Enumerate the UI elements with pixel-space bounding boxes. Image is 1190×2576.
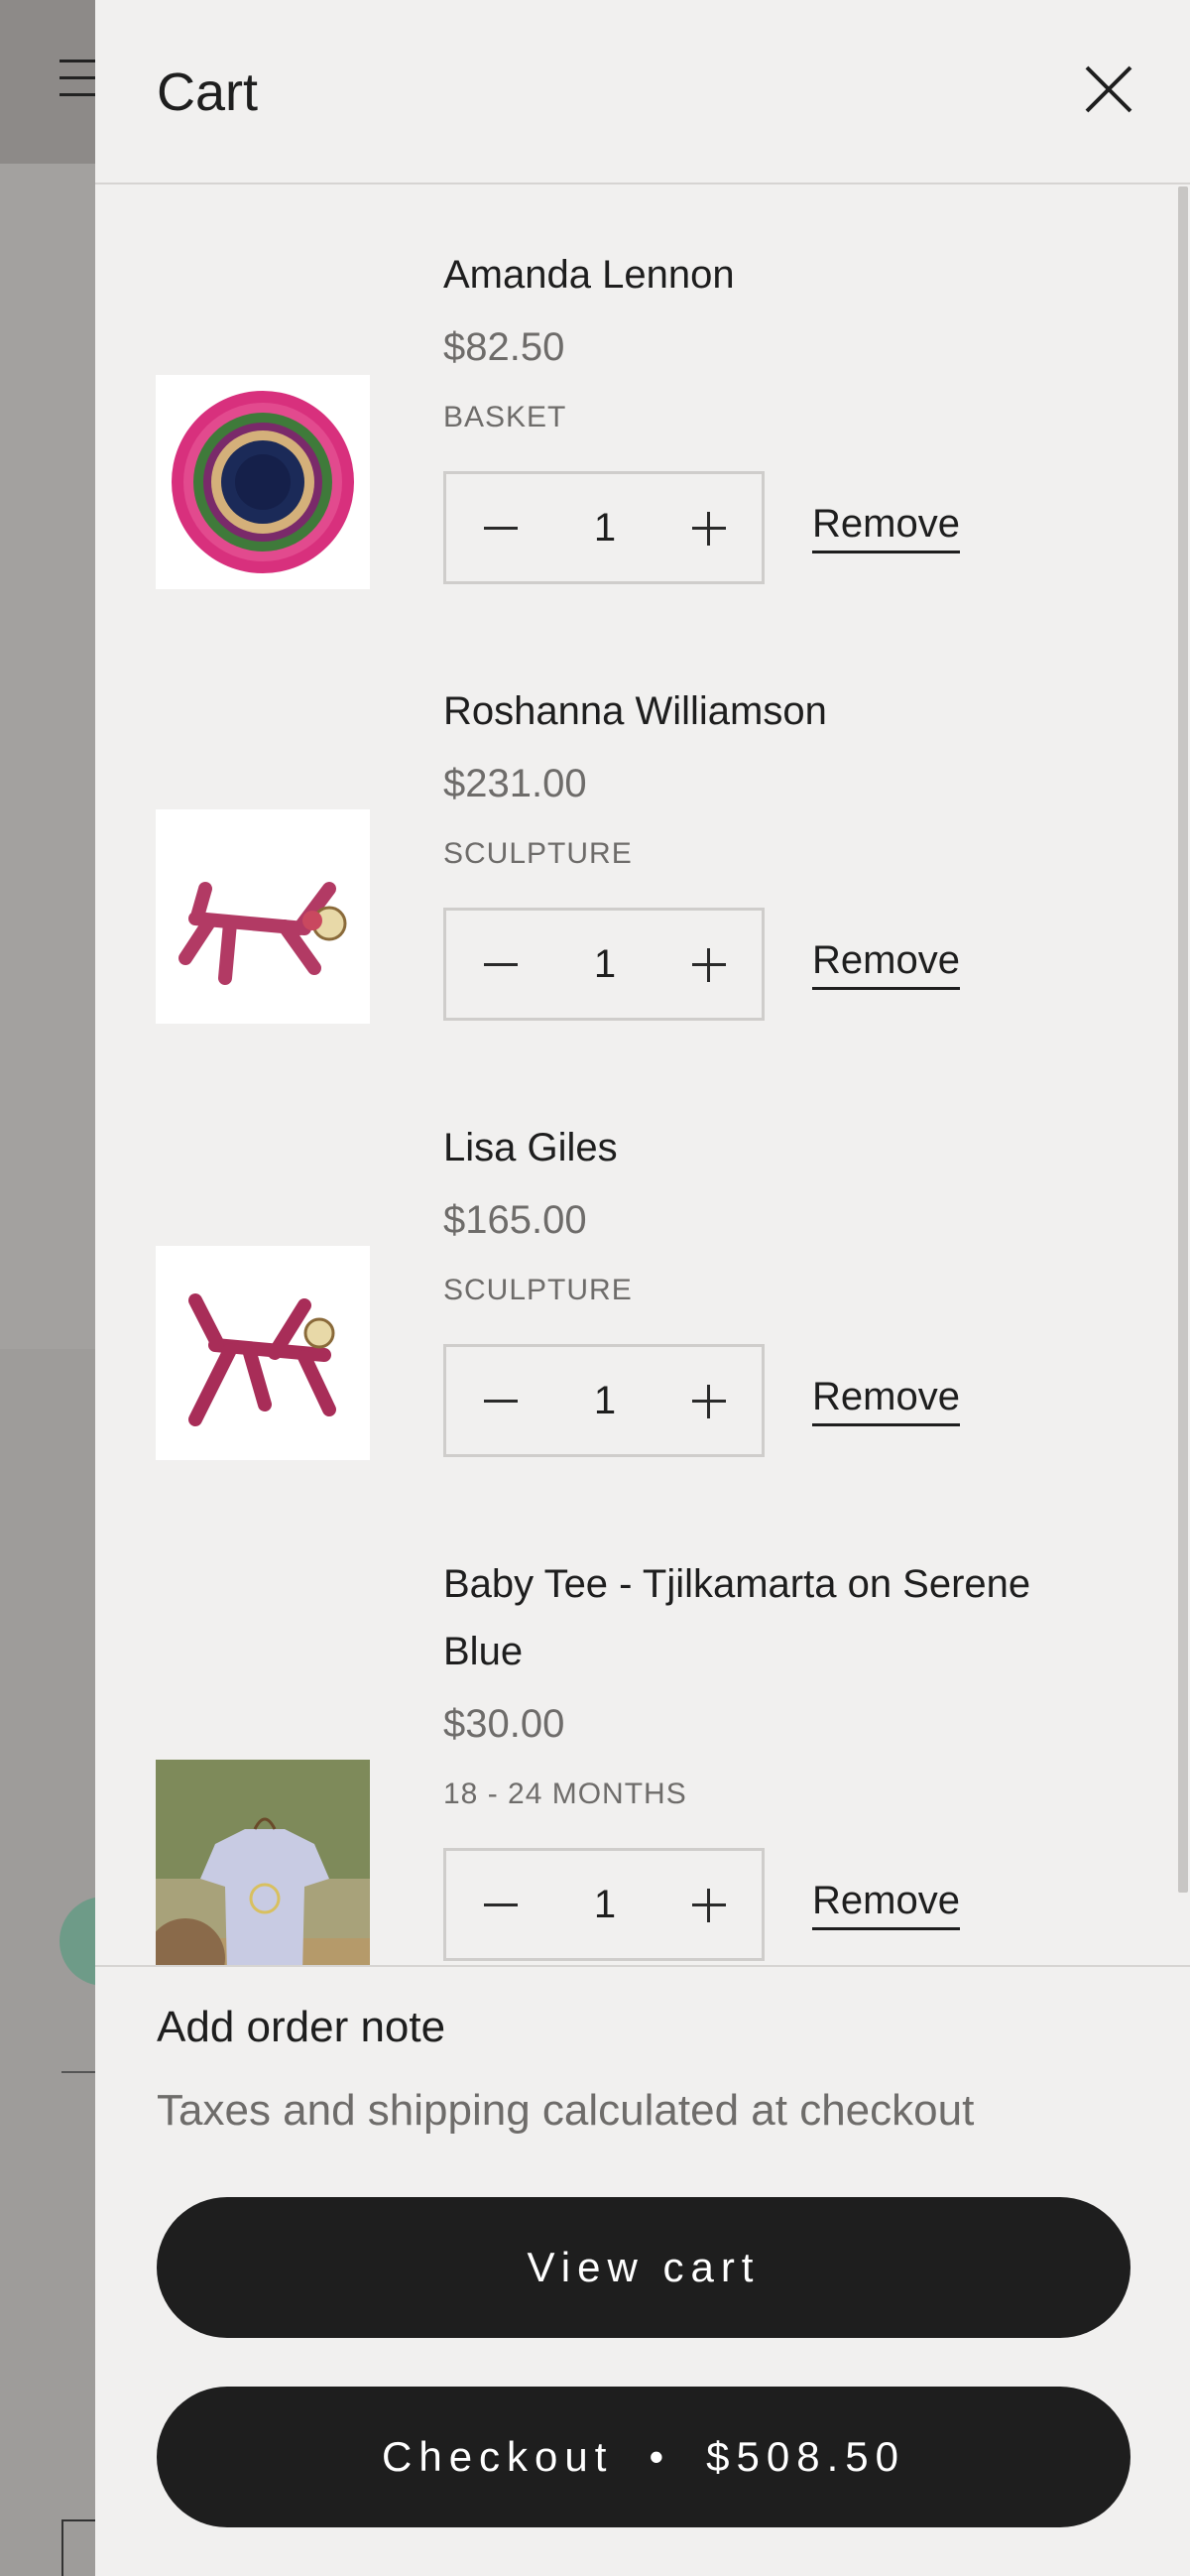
scrollbar[interactable]	[1178, 186, 1188, 1893]
sculpture-image	[156, 1246, 370, 1460]
taxes-note: Taxes and shipping calculated at checkou…	[157, 2086, 975, 2135]
checkout-button[interactable]: Checkout • $508.50	[157, 2387, 1130, 2527]
checkout-total: $508.50	[706, 2433, 905, 2480]
item-variant: SCULPTURE	[443, 1274, 633, 1306]
increase-quantity-button[interactable]	[674, 494, 744, 563]
item-name[interactable]: Baby Tee - Tjilkamarta on Serene Blue	[443, 1550, 1118, 1685]
quantity-input[interactable]: 1	[555, 474, 654, 581]
close-icon	[1085, 65, 1132, 113]
cart-items-list[interactable]: Amanda Lennon $82.50 BASKET 1 Remove Ros…	[95, 186, 1190, 1965]
quantity-row: 1 Remove	[443, 1344, 1118, 1457]
basket-image	[156, 375, 370, 589]
item-name[interactable]: Lisa Giles	[443, 1114, 1118, 1181]
close-button[interactable]	[1081, 61, 1136, 117]
item-info: Roshanna Williamson $231.00 SCULPTURE 1 …	[443, 677, 1118, 1021]
quantity-input[interactable]: 1	[555, 1851, 654, 1958]
quantity-stepper: 1	[443, 1344, 765, 1457]
cart-title: Cart	[157, 62, 259, 122]
checkout-label: Checkout	[382, 2433, 614, 2480]
cart-drawer-header: Cart	[95, 0, 1190, 184]
product-image-baby-tee[interactable]	[156, 1760, 370, 1965]
item-variant: BASKET	[443, 401, 567, 433]
item-info: Baby Tee - Tjilkamarta on Serene Blue $3…	[443, 1550, 1118, 1961]
quantity-row: 1 Remove	[443, 471, 1118, 584]
hamburger-menu-icon	[60, 60, 99, 103]
quantity-input[interactable]: 1	[555, 1347, 654, 1454]
item-variant: 18 - 24 MONTHS	[443, 1778, 687, 1810]
decrease-quantity-button[interactable]	[466, 494, 536, 563]
item-variant: SCULPTURE	[443, 837, 633, 870]
add-order-note-link[interactable]: Add order note	[157, 2003, 445, 2052]
remove-button[interactable]: Remove	[812, 1374, 960, 1426]
product-image-basket[interactable]	[156, 375, 370, 589]
remove-button[interactable]: Remove	[812, 937, 960, 990]
quantity-stepper: 1	[443, 908, 765, 1021]
sculpture-image	[156, 809, 370, 1024]
increase-quantity-button[interactable]	[674, 1367, 744, 1436]
item-info: Amanda Lennon $82.50 BASKET 1 Remove	[443, 241, 1118, 584]
cart-footer: Add order note Taxes and shipping calcul…	[95, 1965, 1190, 2576]
increase-quantity-button[interactable]	[674, 930, 744, 1000]
item-price: $231.00	[443, 762, 587, 805]
item-price: $82.50	[443, 325, 565, 369]
quantity-row: 1 Remove	[443, 908, 1118, 1021]
cart-drawer: Cart Amanda Lennon $82.50 BASKET 1 Remov…	[95, 0, 1190, 2576]
item-price: $30.00	[443, 1702, 565, 1746]
product-image-sculpture[interactable]	[156, 1246, 370, 1460]
quantity-stepper: 1	[443, 1848, 765, 1961]
remove-button[interactable]: Remove	[812, 1878, 960, 1930]
item-info: Lisa Giles $165.00 SCULPTURE 1 Remove	[443, 1114, 1118, 1457]
checkout-separator: •	[649, 2433, 671, 2480]
decrease-quantity-button[interactable]	[466, 1367, 536, 1436]
baby-tee-image	[156, 1760, 370, 1965]
quantity-input[interactable]: 1	[555, 911, 654, 1018]
view-cart-button[interactable]: View cart	[157, 2197, 1130, 2338]
item-price: $165.00	[443, 1198, 587, 1242]
quantity-row: 1 Remove	[443, 1848, 1118, 1961]
decrease-quantity-button[interactable]	[466, 930, 536, 1000]
product-image-sculpture[interactable]	[156, 809, 370, 1024]
increase-quantity-button[interactable]	[674, 1871, 744, 1940]
remove-button[interactable]: Remove	[812, 501, 960, 553]
item-name[interactable]: Roshanna Williamson	[443, 677, 1118, 745]
decrease-quantity-button[interactable]	[466, 1871, 536, 1940]
quantity-stepper: 1	[443, 471, 765, 584]
item-name[interactable]: Amanda Lennon	[443, 241, 1118, 308]
